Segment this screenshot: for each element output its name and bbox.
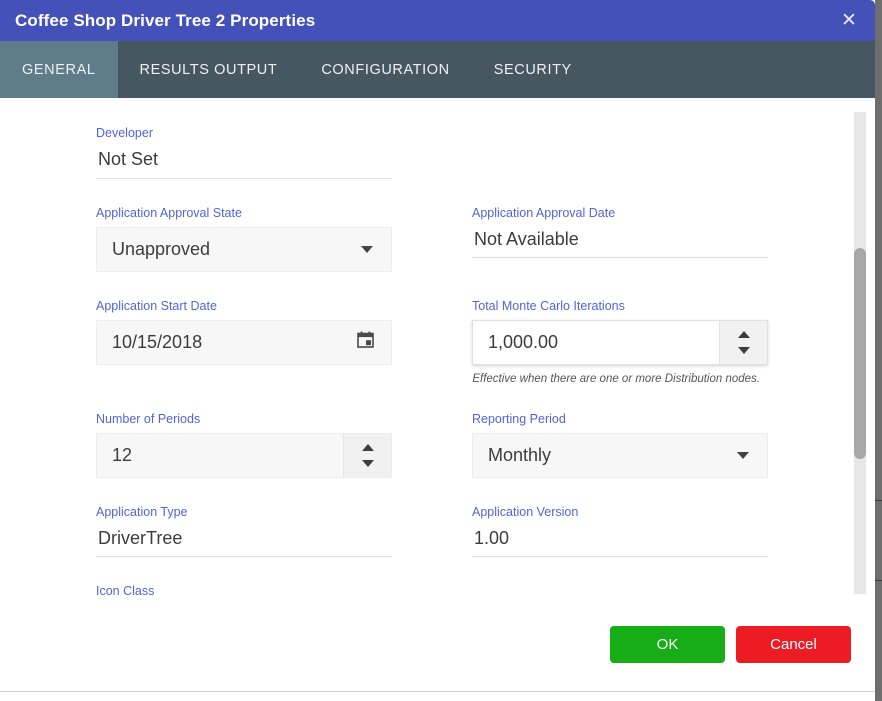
tab-general-label: GENERAL	[22, 62, 96, 78]
form-scrollbar[interactable]	[854, 112, 866, 594]
properties-dialog-window: Coffee Shop Driver Tree 2 Properties ✕ G…	[0, 0, 882, 701]
icon-class-label: Icon Class	[96, 584, 392, 599]
grid-spacer	[392, 412, 472, 478]
tab-results-output-label: RESULTS OUTPUT	[140, 62, 278, 78]
stepper-down-icon[interactable]	[738, 347, 750, 354]
stepper-up-icon[interactable]	[738, 331, 750, 338]
field-reporting-period: Reporting Period Monthly	[472, 412, 768, 478]
application-start-date-label: Application Start Date	[96, 299, 392, 314]
grid-spacer	[392, 126, 472, 179]
developer-label: Developer	[96, 126, 392, 141]
application-approval-state-value: Unapproved	[97, 239, 361, 260]
grid-spacer	[392, 505, 472, 558]
form-scrollbar-thumb[interactable]	[854, 248, 866, 459]
field-application-approval-state: Application Approval State Unapproved	[96, 206, 392, 272]
tab-security-label: SECURITY	[494, 62, 572, 78]
form-scroll-area: Developer Not Set Application Approval S…	[0, 98, 875, 601]
reporting-period-label: Reporting Period	[472, 412, 768, 427]
field-icon-class: Icon Class	[96, 584, 392, 601]
dialog-footer: OK Cancel	[0, 601, 875, 692]
field-application-type: Application Type DriverTree	[96, 505, 392, 558]
chevron-down-icon[interactable]	[737, 452, 749, 459]
tab-configuration-label: CONFIGURATION	[321, 62, 449, 78]
calendar-icon[interactable]	[357, 331, 374, 353]
field-total-monte-carlo-iterations: Total Monte Carlo Iterations 1,000.00 Ef…	[472, 299, 768, 385]
stepper-buttons	[719, 321, 767, 364]
tab-security[interactable]: SECURITY	[472, 41, 594, 98]
total-monte-carlo-iterations-label: Total Monte Carlo Iterations	[472, 299, 768, 314]
application-version-value[interactable]: 1.00	[472, 526, 768, 558]
page-scrollbar-tick	[875, 500, 882, 501]
application-start-date-input[interactable]: 10/15/2018	[96, 320, 392, 365]
field-number-of-periods: Number of Periods 12	[96, 412, 392, 478]
dialog-titlebar: Coffee Shop Driver Tree 2 Properties ✕	[0, 0, 875, 41]
dialog: Coffee Shop Driver Tree 2 Properties ✕ G…	[0, 0, 875, 692]
field-application-start-date: Application Start Date 10/15/2018	[96, 299, 392, 385]
ok-button[interactable]: OK	[610, 626, 725, 663]
cancel-button[interactable]: Cancel	[736, 626, 851, 663]
number-of-periods-value[interactable]: 12	[97, 434, 343, 477]
application-start-date-value: 10/15/2018	[97, 332, 357, 353]
stepper-up-icon[interactable]	[362, 444, 374, 451]
total-monte-carlo-iterations-stepper[interactable]: 1,000.00	[472, 320, 768, 365]
field-developer: Developer Not Set	[96, 126, 392, 179]
application-version-label: Application Version	[472, 505, 768, 520]
field-application-version: Application Version 1.00	[472, 505, 768, 558]
application-approval-state-select[interactable]: Unapproved	[96, 227, 392, 272]
tab-configuration[interactable]: CONFIGURATION	[299, 41, 471, 98]
field-developer-right-empty	[472, 126, 768, 179]
application-approval-date-label: Application Approval Date	[472, 206, 768, 221]
chevron-down-icon[interactable]	[361, 246, 373, 253]
field-application-approval-date: Application Approval Date Not Available	[472, 206, 768, 272]
total-monte-carlo-iterations-hint: Effective when there are one or more Dis…	[472, 373, 768, 385]
tab-general[interactable]: GENERAL	[0, 41, 118, 98]
reporting-period-value: Monthly	[473, 445, 737, 466]
application-type-label: Application Type	[96, 505, 392, 520]
stepper-down-icon[interactable]	[362, 460, 374, 467]
stepper-buttons	[343, 434, 391, 477]
form-grid: Developer Not Set Application Approval S…	[96, 126, 830, 601]
total-monte-carlo-iterations-value[interactable]: 1,000.00	[473, 321, 719, 364]
number-of-periods-stepper[interactable]: 12	[96, 433, 392, 478]
tab-results-output[interactable]: RESULTS OUTPUT	[118, 41, 300, 98]
grid-spacer	[392, 584, 472, 601]
close-icon[interactable]: ✕	[836, 8, 862, 34]
application-approval-date-value[interactable]: Not Available	[472, 227, 768, 259]
number-of-periods-label: Number of Periods	[96, 412, 392, 427]
application-approval-state-label: Application Approval State	[96, 206, 392, 221]
tab-bar: GENERAL RESULTS OUTPUT CONFIGURATION SEC…	[0, 41, 875, 98]
dialog-title: Coffee Shop Driver Tree 2 Properties	[15, 11, 315, 31]
page-scrollbar[interactable]	[875, 0, 882, 701]
reporting-period-select[interactable]: Monthly	[472, 433, 768, 478]
page-scrollbar-tick	[875, 580, 882, 581]
field-icon-class-right-empty	[472, 584, 768, 601]
grid-spacer	[392, 206, 472, 272]
form-content: Developer Not Set Application Approval S…	[0, 98, 830, 601]
application-type-value[interactable]: DriverTree	[96, 526, 392, 558]
developer-value[interactable]: Not Set	[96, 147, 392, 179]
grid-spacer	[392, 299, 472, 385]
